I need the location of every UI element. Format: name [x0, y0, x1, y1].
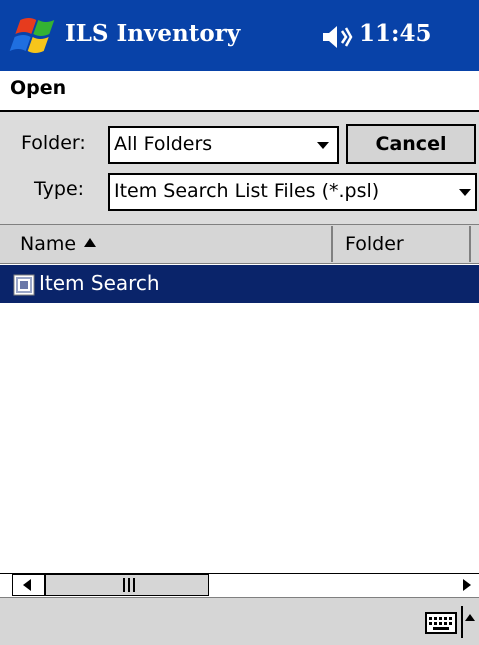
scroll-left-button[interactable] [12, 574, 45, 596]
cancel-button-label: Cancel [375, 133, 447, 155]
type-dropdown-value: Item Search List Files (*.psl) [114, 180, 380, 202]
folder-dropdown[interactable]: All Folders [108, 126, 339, 164]
folder-label: Folder: [21, 132, 86, 154]
chevron-down-icon [459, 189, 471, 196]
command-bar [0, 597, 479, 645]
scroll-right-button[interactable] [455, 574, 479, 596]
column-header-name-label: Name [20, 233, 77, 255]
clock[interactable]: 11:45 [359, 20, 432, 47]
chevron-down-icon [317, 142, 329, 149]
start-menu-icon[interactable] [8, 12, 58, 60]
sort-ascending-icon [84, 238, 96, 247]
type-label: Type: [34, 178, 85, 200]
dialog-title: Open [10, 77, 67, 99]
dialog-header [0, 71, 479, 109]
app-title[interactable]: ILS Inventory [65, 20, 240, 47]
type-dropdown[interactable]: Item Search List Files (*.psl) [108, 173, 477, 211]
input-menu-arrow-icon[interactable] [465, 614, 475, 621]
input-divider [461, 606, 463, 638]
file-list[interactable] [0, 265, 479, 573]
document-icon [13, 274, 35, 296]
list-item-name: Item Search [39, 271, 160, 295]
keyboard-icon[interactable] [425, 612, 457, 634]
column-header-folder-label: Folder [345, 233, 404, 255]
grip-icon [119, 577, 139, 592]
cancel-button[interactable]: Cancel [346, 124, 476, 164]
folder-dropdown-value: All Folders [114, 133, 213, 155]
column-divider[interactable] [469, 226, 471, 262]
speaker-icon[interactable] [321, 22, 353, 52]
